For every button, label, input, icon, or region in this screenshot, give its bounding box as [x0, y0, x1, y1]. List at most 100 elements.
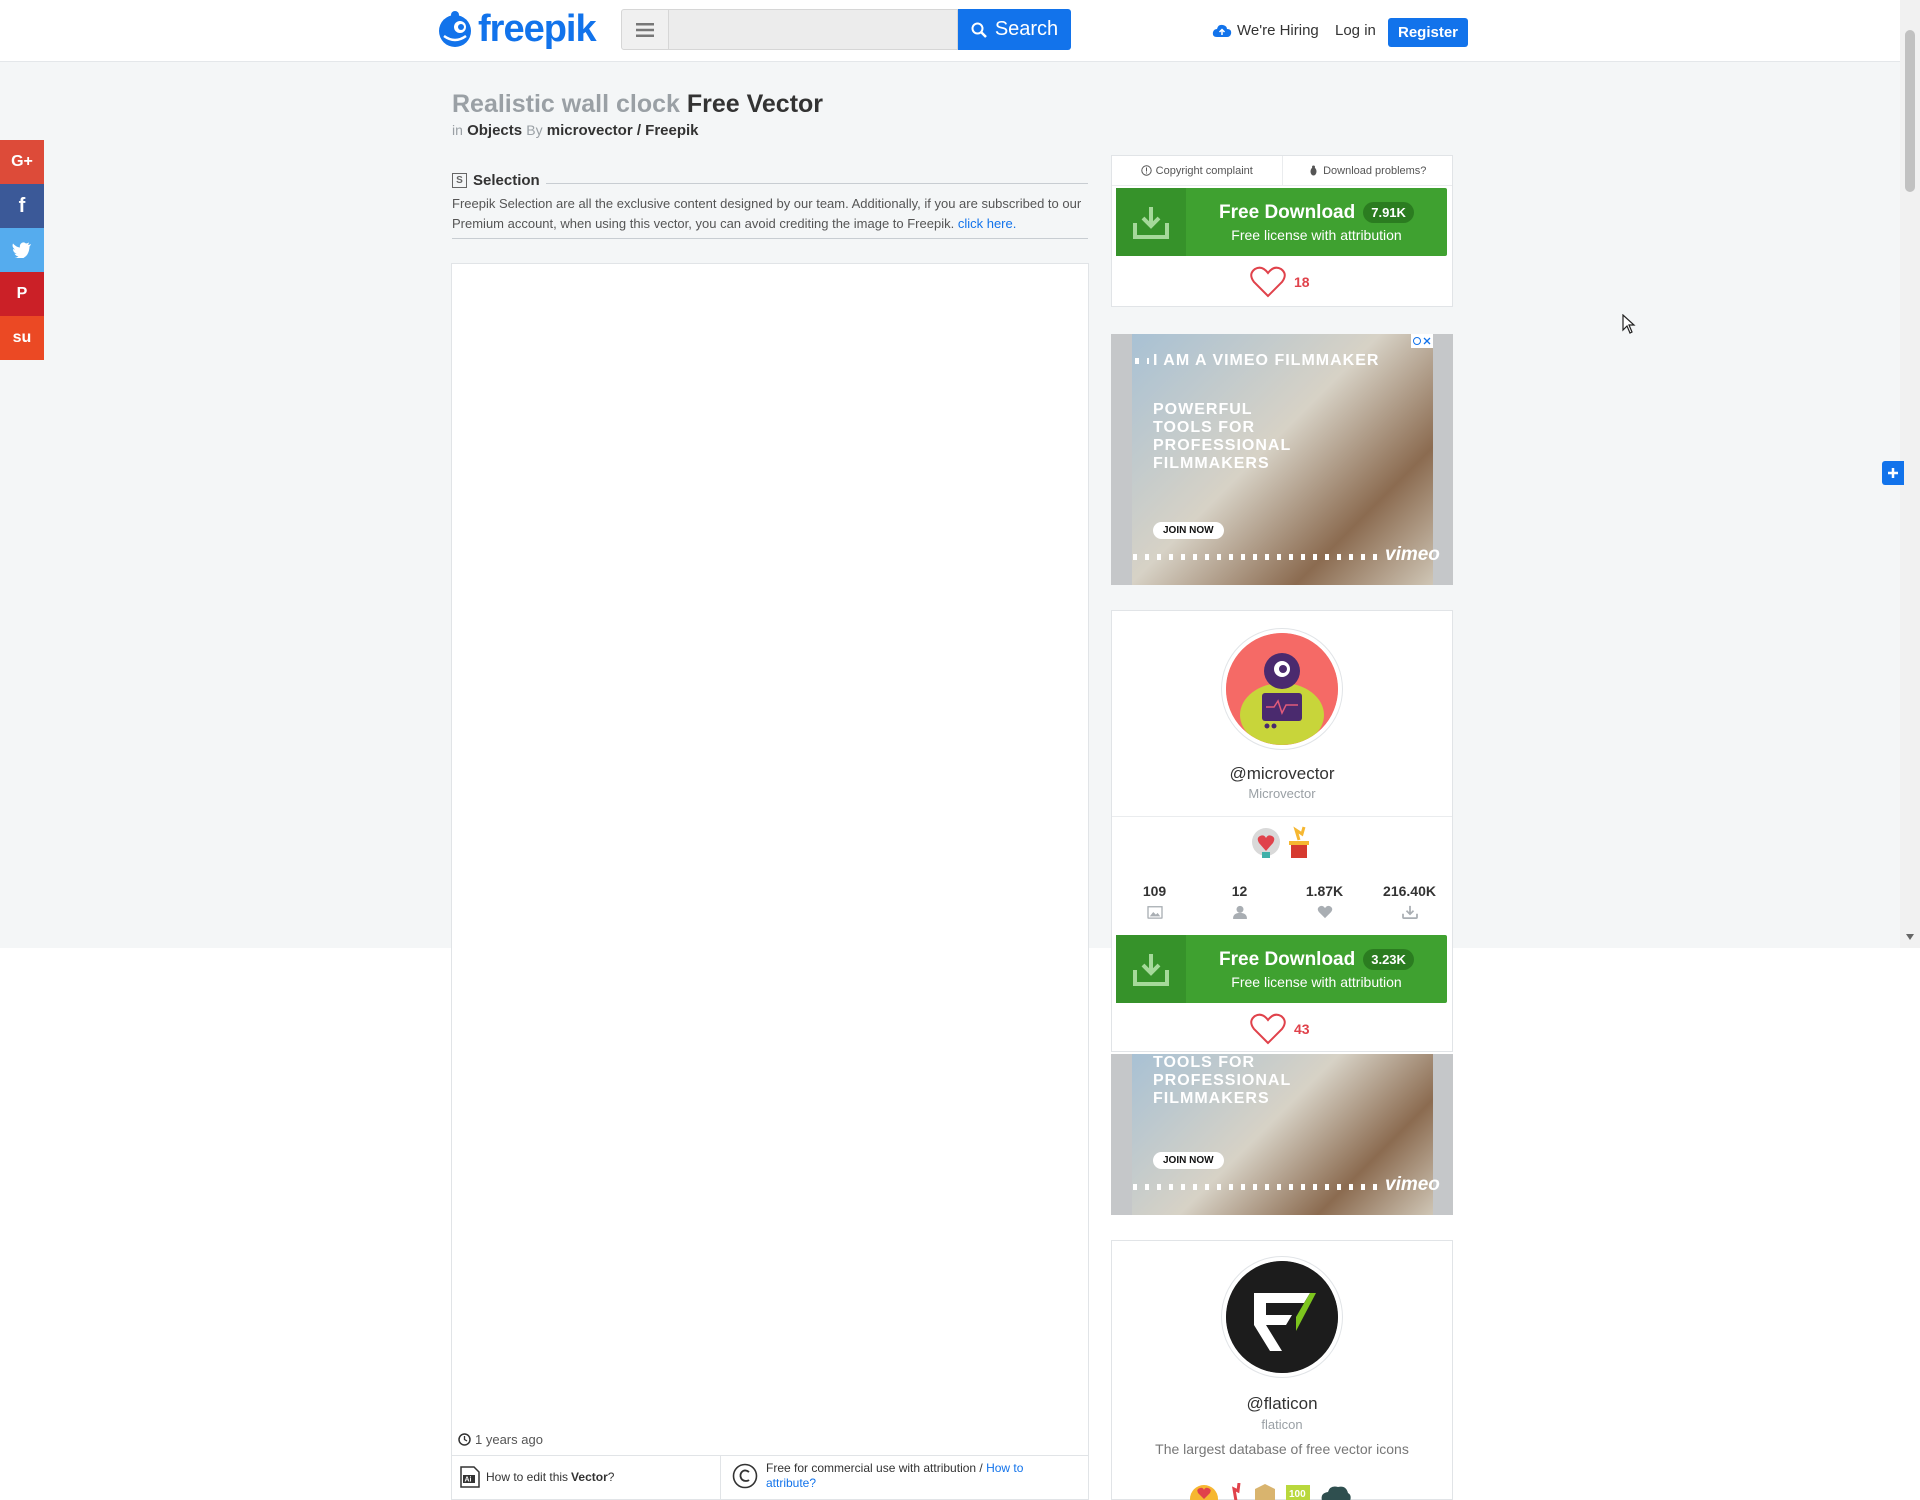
category-link[interactable]: Objects	[467, 122, 522, 139]
hiring-label: We're Hiring	[1237, 22, 1319, 39]
download-count-2: 3.23K	[1363, 949, 1414, 970]
images-icon	[1146, 906, 1163, 919]
flaticon-description: The largest database of free vector icon…	[1155, 1441, 1409, 1457]
hamburger-icon	[636, 22, 654, 37]
download-label: Free Download	[1219, 201, 1356, 223]
mouse-cursor-icon	[1622, 314, 1636, 334]
ad-join-button-2[interactable]: JOIN NOW	[1153, 1152, 1224, 1169]
scrollbar-thumb[interactable]	[1905, 30, 1915, 192]
edit-suffix: ?	[607, 1470, 615, 1484]
free-download-button-2[interactable]: Free Download 3.23K Free license with at…	[1116, 935, 1447, 1003]
box-badge-icon[interactable]	[1252, 1483, 1278, 1500]
selection-title: Selection	[473, 172, 540, 189]
like-button-2[interactable]: 43	[1250, 1013, 1310, 1045]
vector-preview[interactable]	[451, 263, 1089, 1500]
search-icon	[971, 22, 987, 38]
author-link[interactable]: microvector / Freepik	[547, 122, 699, 139]
ad-info-icon	[1413, 337, 1421, 345]
selection-badge-icon: S	[452, 173, 467, 188]
download-panel: Copyright complaint Download problems? F…	[1111, 155, 1453, 307]
selection-click-here-link[interactable]: click here.	[958, 216, 1017, 231]
like-count: 18	[1294, 274, 1310, 290]
twitter-icon	[12, 242, 31, 258]
stumbleupon-share-button[interactable]: su	[0, 316, 44, 360]
stat-resources-value: 109	[1142, 883, 1167, 899]
ad-headline-2: TOOLS FOR	[1153, 419, 1256, 436]
edit-prefix: How to edit this	[486, 1470, 569, 1484]
pinterest-share-button[interactable]: P	[0, 272, 44, 316]
twitter-share-button[interactable]	[0, 228, 44, 272]
posted-date-label: 1 years ago	[475, 1432, 543, 1447]
stat-resources[interactable]: 109	[1112, 883, 1197, 919]
100-badge-icon[interactable]: 100	[1284, 1483, 1312, 1500]
stat-downloads-value: 216.40K	[1383, 883, 1436, 899]
how-to-edit[interactable]: Ai How to edit this Vector ?	[460, 1466, 614, 1488]
facebook-share-button[interactable]: f	[0, 184, 44, 228]
footer-separator	[720, 1456, 721, 1500]
ad-tagline: I AM A VIMEO FILMMAKER	[1153, 352, 1380, 369]
license-text: Free for commercial use with attribution…	[766, 1461, 983, 1475]
cloud-badge-icon[interactable]	[1318, 1483, 1352, 1500]
stat-likes[interactable]: 1.87K	[1282, 883, 1367, 919]
alert-icon	[1140, 165, 1152, 176]
search-button[interactable]: Search	[958, 9, 1071, 50]
ad-headline-1: POWERFUL	[1153, 401, 1253, 418]
flaticon-name: flaticon	[1261, 1417, 1303, 1432]
download-icon	[1116, 188, 1186, 256]
flaticon-handle[interactable]: @flaticon	[1112, 1394, 1452, 1414]
freepik-logo-icon	[439, 11, 471, 47]
heart-icon	[1250, 1013, 1286, 1045]
freepik-logo[interactable]: freepik	[436, 7, 597, 50]
microvector-avatar[interactable]	[1222, 629, 1342, 749]
download-problems-link[interactable]: Download problems?	[1283, 156, 1453, 185]
login-link[interactable]: Log in	[1335, 22, 1376, 39]
ad-headline-2: TOOLS FOR PROFESSIONAL FILMMAKERS	[1153, 1054, 1291, 1108]
free-download-button[interactable]: Free Download 7.91K Free license with at…	[1116, 188, 1447, 256]
gift-badge-icon[interactable]	[1226, 1483, 1246, 1500]
author-badges	[1250, 826, 1312, 860]
footer-divider	[452, 1455, 1088, 1456]
heart-icon	[1317, 905, 1332, 919]
vimeo-ad[interactable]: I AM A VIMEO FILMMAKER POWERFUL TOOLS FO…	[1111, 334, 1453, 585]
download-icon-2	[1116, 935, 1186, 1003]
flaticon-avatar[interactable]	[1222, 1257, 1342, 1377]
like-button[interactable]: 18	[1250, 266, 1310, 298]
google-plus-share-button[interactable]: G+	[0, 140, 44, 184]
profile-divider	[1112, 816, 1452, 817]
hiring-link[interactable]: We're Hiring	[1212, 22, 1319, 39]
ad-join-button[interactable]: JOIN NOW	[1153, 522, 1224, 539]
copyright-complaint-link[interactable]: Copyright complaint	[1112, 156, 1283, 185]
scroll-down-icon[interactable]	[1905, 933, 1915, 941]
heart-badge-icon[interactable]	[1250, 826, 1282, 860]
selection-rule	[452, 172, 1088, 184]
logo-text: freepik	[478, 7, 597, 50]
download-problems-label: Download problems?	[1323, 164, 1427, 177]
author-handle[interactable]: @microvector	[1112, 764, 1452, 784]
ad-film-strip-2	[1133, 1184, 1383, 1190]
gift-badge-icon[interactable]	[1286, 826, 1312, 860]
register-button[interactable]: Register	[1388, 18, 1468, 47]
ad-brand-2: vimeo	[1385, 1174, 1440, 1195]
ad-brand: vimeo	[1385, 544, 1440, 565]
ad-choices[interactable]	[1411, 334, 1433, 348]
download-text-2: Free Download 3.23K Free license with at…	[1186, 935, 1447, 1003]
ad2-headline-3: FILMMAKERS	[1153, 1090, 1270, 1107]
flaticon-badges: 100	[1188, 1483, 1352, 1500]
stat-downloads[interactable]: 216.40K	[1367, 883, 1452, 919]
followers-icon	[1232, 905, 1247, 919]
top-header: freepik Search We're Hiring Log in Regis…	[0, 0, 1900, 62]
cloud-upload-icon	[1212, 24, 1232, 37]
stat-followers[interactable]: 12	[1197, 883, 1282, 919]
selection-heading: S Selection	[452, 172, 546, 189]
menu-button[interactable]	[621, 9, 669, 50]
vimeo-ad-2[interactable]: TOOLS FOR PROFESSIONAL FILMMAKERS JOIN N…	[1111, 1054, 1453, 1215]
page-title: Realistic wall clock Free Vector	[452, 90, 823, 119]
license-info: Free for commercial use with attribution…	[732, 1461, 1052, 1491]
flaticon-logo-icon	[1226, 1261, 1338, 1373]
add-collection-button[interactable]	[1882, 461, 1904, 485]
search-input[interactable]	[669, 9, 958, 50]
by-label: By	[526, 122, 543, 138]
heart-badge-icon[interactable]	[1188, 1483, 1220, 1500]
copyright-complaint-label: Copyright complaint	[1155, 164, 1253, 177]
bug-icon	[1310, 165, 1317, 176]
